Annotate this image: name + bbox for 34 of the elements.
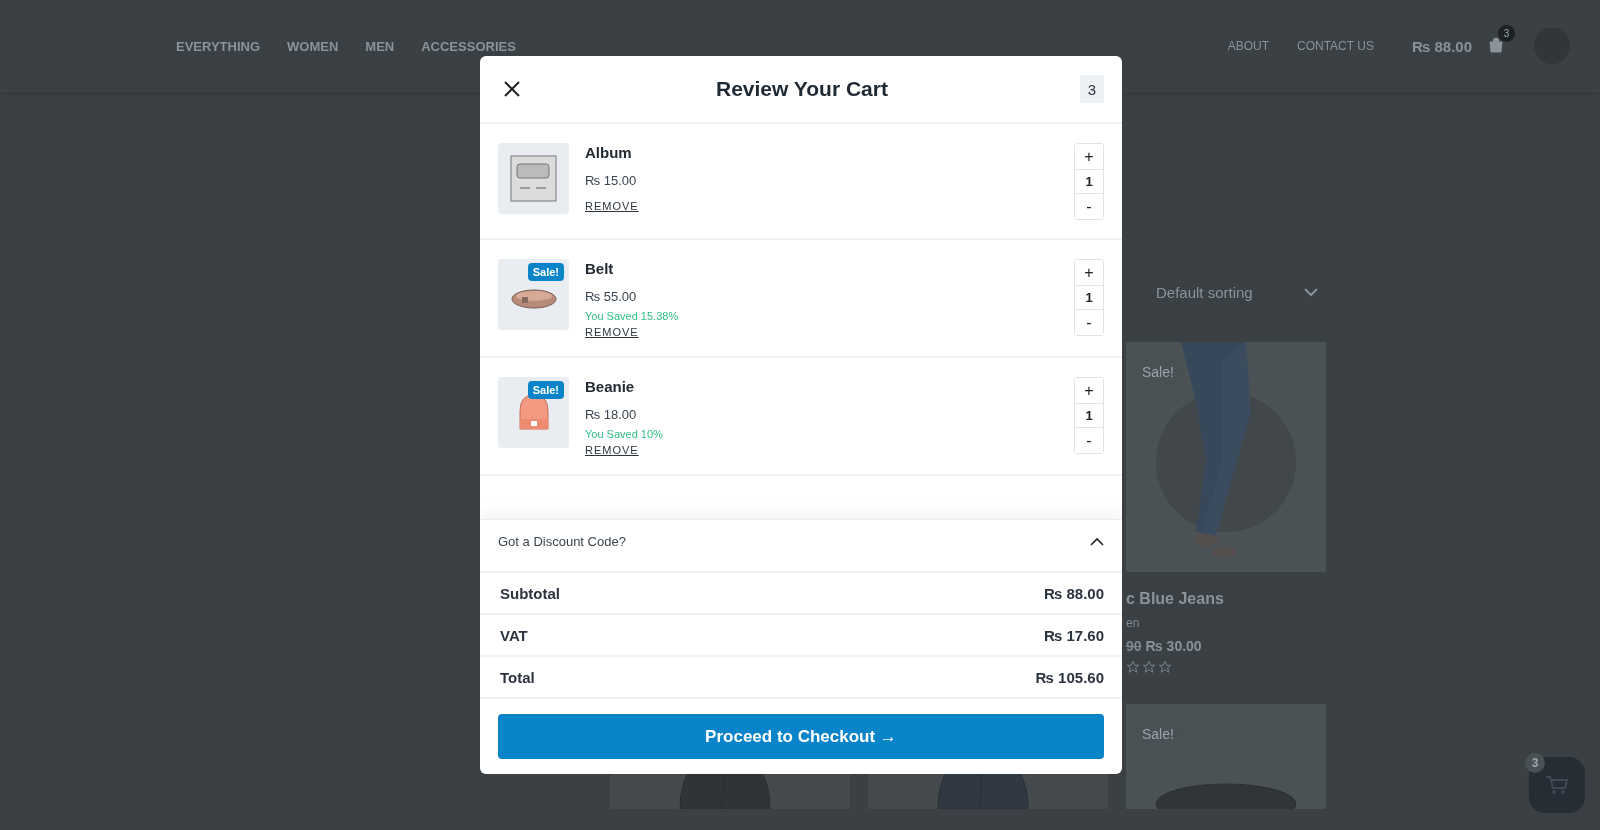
sale-badge: Sale! (527, 381, 564, 399)
cart-icon (1545, 774, 1569, 796)
product-name: Album (585, 144, 633, 161)
remove-link[interactable]: REMOVE (585, 326, 639, 338)
remove-link[interactable]: REMOVE (585, 200, 639, 212)
total-label: Total (500, 668, 535, 686)
sale-badge: Sale! (527, 263, 564, 281)
savings-note: You Saved 10% (585, 428, 664, 440)
product-name: Beanie (585, 378, 636, 395)
item-count-badge: 3 (1080, 75, 1104, 103)
cart-count-badge: 3 (1498, 25, 1515, 42)
savings-note: You Saved 15.38% (585, 310, 680, 322)
discount-toggle[interactable]: Got a Discount Code? (480, 519, 1122, 573)
total-label: Subtotal (500, 584, 560, 602)
product-price: ₨ 18.00 (585, 407, 638, 422)
product-price: 90 ₨ 30.00 (1126, 638, 1202, 654)
remove-link[interactable]: REMOVE (585, 444, 639, 456)
total-value: ₨ 105.60 (1035, 668, 1104, 686)
bag-icon[interactable] (1488, 37, 1504, 53)
close-icon (504, 81, 520, 97)
star-icon (1142, 660, 1156, 674)
product-price: ₨ 55.00 (585, 289, 638, 304)
product-category: en (1126, 616, 1140, 630)
total-label: VAT (500, 626, 528, 644)
star-icon (1158, 660, 1172, 674)
chevron-down-icon (1304, 287, 1318, 297)
checkout-button[interactable]: Proceed to Checkout → (498, 714, 1104, 759)
total-value: ₨ 88.00 (1043, 584, 1104, 602)
dialog-title: Review Your Cart (715, 77, 889, 101)
total-value: ₨ 17.60 (1043, 626, 1104, 644)
cart-count-badge: 3 (1525, 753, 1545, 773)
star-icon (1126, 660, 1140, 674)
product-name: Belt (585, 260, 615, 277)
product-price: ₨ 15.00 (585, 173, 638, 188)
